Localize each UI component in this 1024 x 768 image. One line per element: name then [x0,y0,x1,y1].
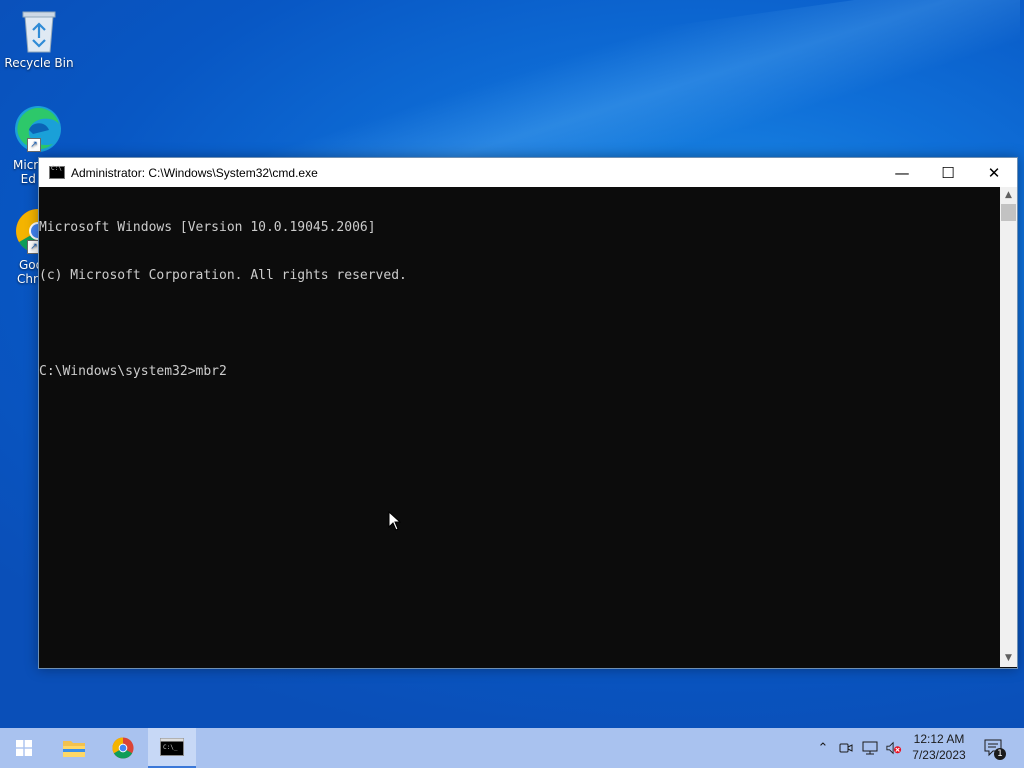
meet-now-icon[interactable] [838,740,854,756]
cmd-taskbar-button[interactable]: C:\_ [148,728,196,768]
window-titlebar[interactable]: Administrator: C:\Windows\System32\cmd.e… [39,158,1017,187]
recycle-bin-icon [19,8,59,54]
action-center-button[interactable]: 1 [984,739,1006,760]
clock-time: 12:12 AM [913,732,965,746]
cmd-icon [49,165,65,179]
chrome-button[interactable] [99,728,147,768]
taskbar: C:\_ ⌃ 12:12 AM 7/23/2023 1 [0,728,1024,768]
cmd-window[interactable]: Administrator: C:\Windows\System32\cmd.e… [38,157,1018,669]
desktop-icon-chrome[interactable]: ↗ Goo Chro [1,206,60,286]
maximize-button[interactable]: ☐ [925,158,971,187]
start-button[interactable] [0,728,48,768]
edge-icon: ↗ [13,104,63,154]
svg-text:C:\_: C:\_ [163,744,178,751]
volume-muted-icon[interactable] [886,740,902,756]
windows-logo-icon [16,740,32,756]
notification-count-badge: 1 [994,748,1006,760]
vertical-scrollbar[interactable]: ▲ ▼ [1000,187,1017,667]
minimize-button[interactable]: — [879,158,925,187]
scrollbar-thumb[interactable] [1001,204,1016,221]
chevron-up-icon[interactable]: ⌃ [815,740,831,756]
network-icon[interactable] [862,740,878,756]
system-clock[interactable]: 12:12 AM 7/23/2023 [905,731,973,763]
console-line: Microsoft Windows [Version 10.0.19045.20… [39,220,376,235]
desktop-icon-label: Micr Ed [13,158,39,186]
scroll-down-arrow-icon[interactable]: ▼ [1000,650,1017,667]
scroll-up-arrow-icon[interactable]: ▲ [1000,187,1017,204]
desktop-icon-edge[interactable]: ↗ Micr Ed [1,104,61,186]
cmd-icon: C:\_ [160,738,184,756]
desktop-icon-label: Recycle Bin [4,56,74,70]
shortcut-arrow-icon: ↗ [27,138,41,152]
desktop-icon-recycle-bin[interactable]: Recycle Bin [1,8,77,70]
window-title: Administrator: C:\Windows\System32\cmd.e… [71,165,318,180]
console-prompt-line: C:\Windows\system32>mbr2 [39,364,227,379]
clock-date: 7/23/2023 [912,748,966,762]
console-output[interactable]: Microsoft Windows [Version 10.0.19045.20… [39,187,999,668]
console-line: (c) Microsoft Corporation. All rights re… [39,268,407,283]
file-explorer-button[interactable] [50,728,98,768]
chrome-icon [112,737,134,759]
close-button[interactable]: ✕ [971,158,1017,187]
folder-icon [63,741,85,757]
mouse-pointer-icon [388,510,402,535]
